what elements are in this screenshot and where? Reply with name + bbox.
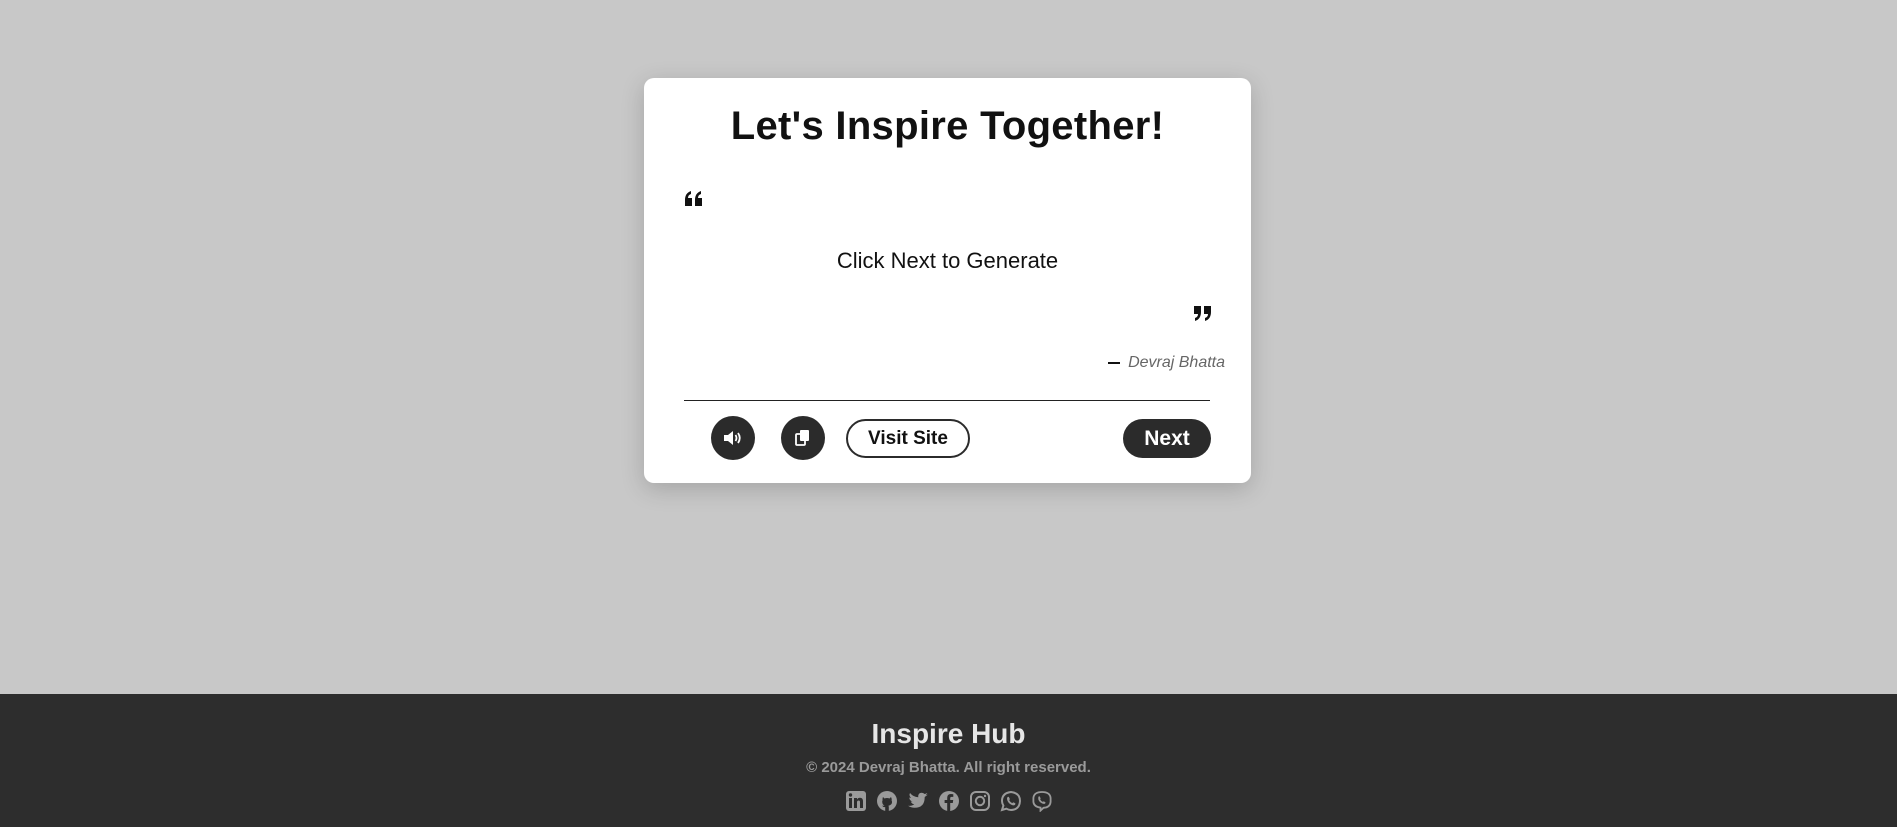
viber-icon[interactable] bbox=[1031, 790, 1053, 812]
quote-open-icon bbox=[685, 191, 702, 206]
twitter-icon[interactable] bbox=[907, 790, 929, 812]
quote-author: Devraj Bhatta bbox=[1108, 354, 1225, 372]
page: Let's Inspire Together! Click Next to Ge… bbox=[0, 0, 1897, 827]
card-title: Let's Inspire Together! bbox=[730, 104, 1165, 148]
author-dash bbox=[1108, 362, 1121, 364]
next-button[interactable]: Next bbox=[1123, 419, 1211, 458]
facebook-icon[interactable] bbox=[938, 790, 960, 812]
instagram-icon[interactable] bbox=[969, 790, 991, 812]
quote-card: Let's Inspire Together! Click Next to Ge… bbox=[644, 78, 1251, 483]
volume-icon bbox=[724, 431, 741, 445]
whatsapp-icon[interactable] bbox=[999, 790, 1022, 812]
divider bbox=[684, 400, 1210, 401]
copy-icon bbox=[795, 430, 809, 446]
footer-copyright: © 2024 Devraj Bhatta. All right reserved… bbox=[806, 759, 1091, 776]
quote-text: Click Next to Generate bbox=[836, 248, 1059, 273]
footer-title: Inspire Hub bbox=[871, 718, 1026, 749]
visit-site-button[interactable]: Visit Site bbox=[846, 419, 970, 458]
quote-close-icon bbox=[1194, 306, 1211, 321]
social-links bbox=[0, 790, 1897, 812]
github-icon[interactable] bbox=[876, 790, 898, 812]
speak-button[interactable] bbox=[711, 416, 755, 460]
author-name: Devraj Bhatta bbox=[1128, 354, 1225, 371]
copy-button[interactable] bbox=[781, 416, 825, 460]
footer: Inspire Hub © 2024 Devraj Bhatta. All ri… bbox=[0, 694, 1897, 827]
linkedin-icon[interactable] bbox=[845, 790, 867, 812]
